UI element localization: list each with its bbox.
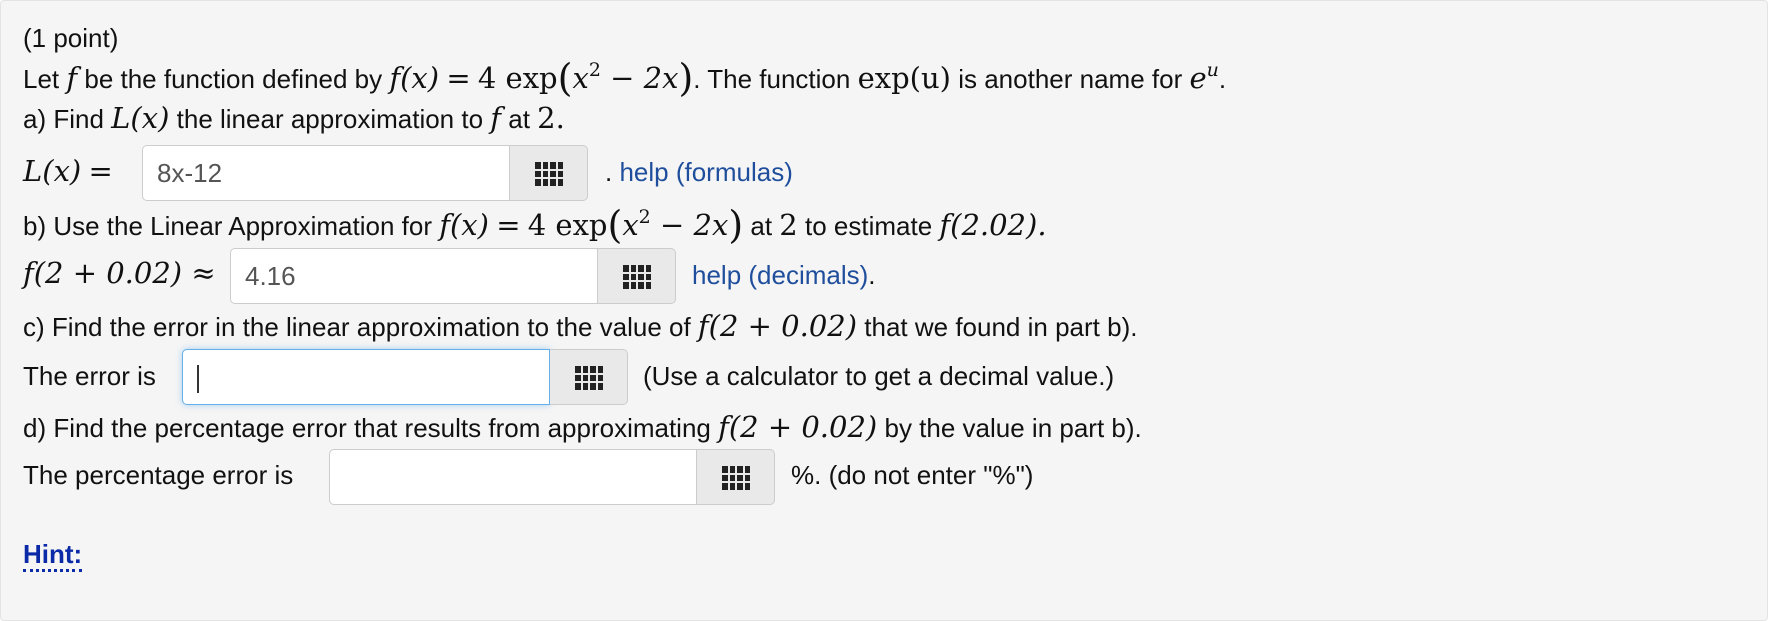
keyboard-grid-icon	[623, 265, 651, 289]
error-input[interactable]	[182, 349, 550, 405]
part-d-question: d) Find the percentage error that result…	[23, 410, 1142, 444]
part-d-note: %. (do not enter "%")	[791, 460, 1034, 490]
linear-approximation-input[interactable]: 8x-12	[142, 145, 510, 201]
problem-panel: (1 point) Let f be the function defined …	[0, 0, 1768, 621]
equation-editor-button-b[interactable]	[598, 248, 676, 304]
points-label: (1 point)	[23, 23, 119, 53]
keyboard-grid-icon	[535, 162, 563, 186]
equation-editor-button-c[interactable]	[550, 349, 628, 405]
hint-toggle[interactable]: Hint:	[23, 539, 83, 572]
help-formulas-line: . help (formulas)	[605, 157, 793, 187]
help-formulas-link[interactable]: help (formulas)	[619, 157, 792, 187]
keyboard-grid-icon	[575, 366, 603, 390]
help-decimals-link[interactable]: help (decimals)	[692, 260, 868, 290]
part-b-question: b) Use the Linear Approximation for f(x)…	[23, 203, 1047, 247]
part-c-note: (Use a calculator to get a decimal value…	[643, 361, 1115, 391]
problem-intro: Let f be the function defined by f(x) = …	[23, 56, 1227, 100]
part-d-label: The percentage error is	[23, 460, 294, 490]
estimate-input[interactable]: 4.16	[230, 248, 598, 304]
help-decimals-line: help (decimals).	[692, 260, 876, 290]
equation-editor-button-d[interactable]	[697, 449, 775, 505]
part-a-label: L(x) =	[23, 154, 113, 188]
keyboard-grid-icon	[722, 466, 750, 490]
percentage-error-input[interactable]	[329, 449, 697, 505]
text-cursor	[197, 365, 199, 394]
part-b-label: f(2 + 0.02) ≈	[23, 256, 216, 290]
equation-editor-button-a[interactable]	[510, 145, 588, 201]
part-a-question: a) Find L(x) the linear approximation to…	[23, 101, 565, 135]
part-c-question: c) Find the error in the linear approxim…	[23, 309, 1138, 343]
part-c-label: The error is	[23, 361, 156, 391]
